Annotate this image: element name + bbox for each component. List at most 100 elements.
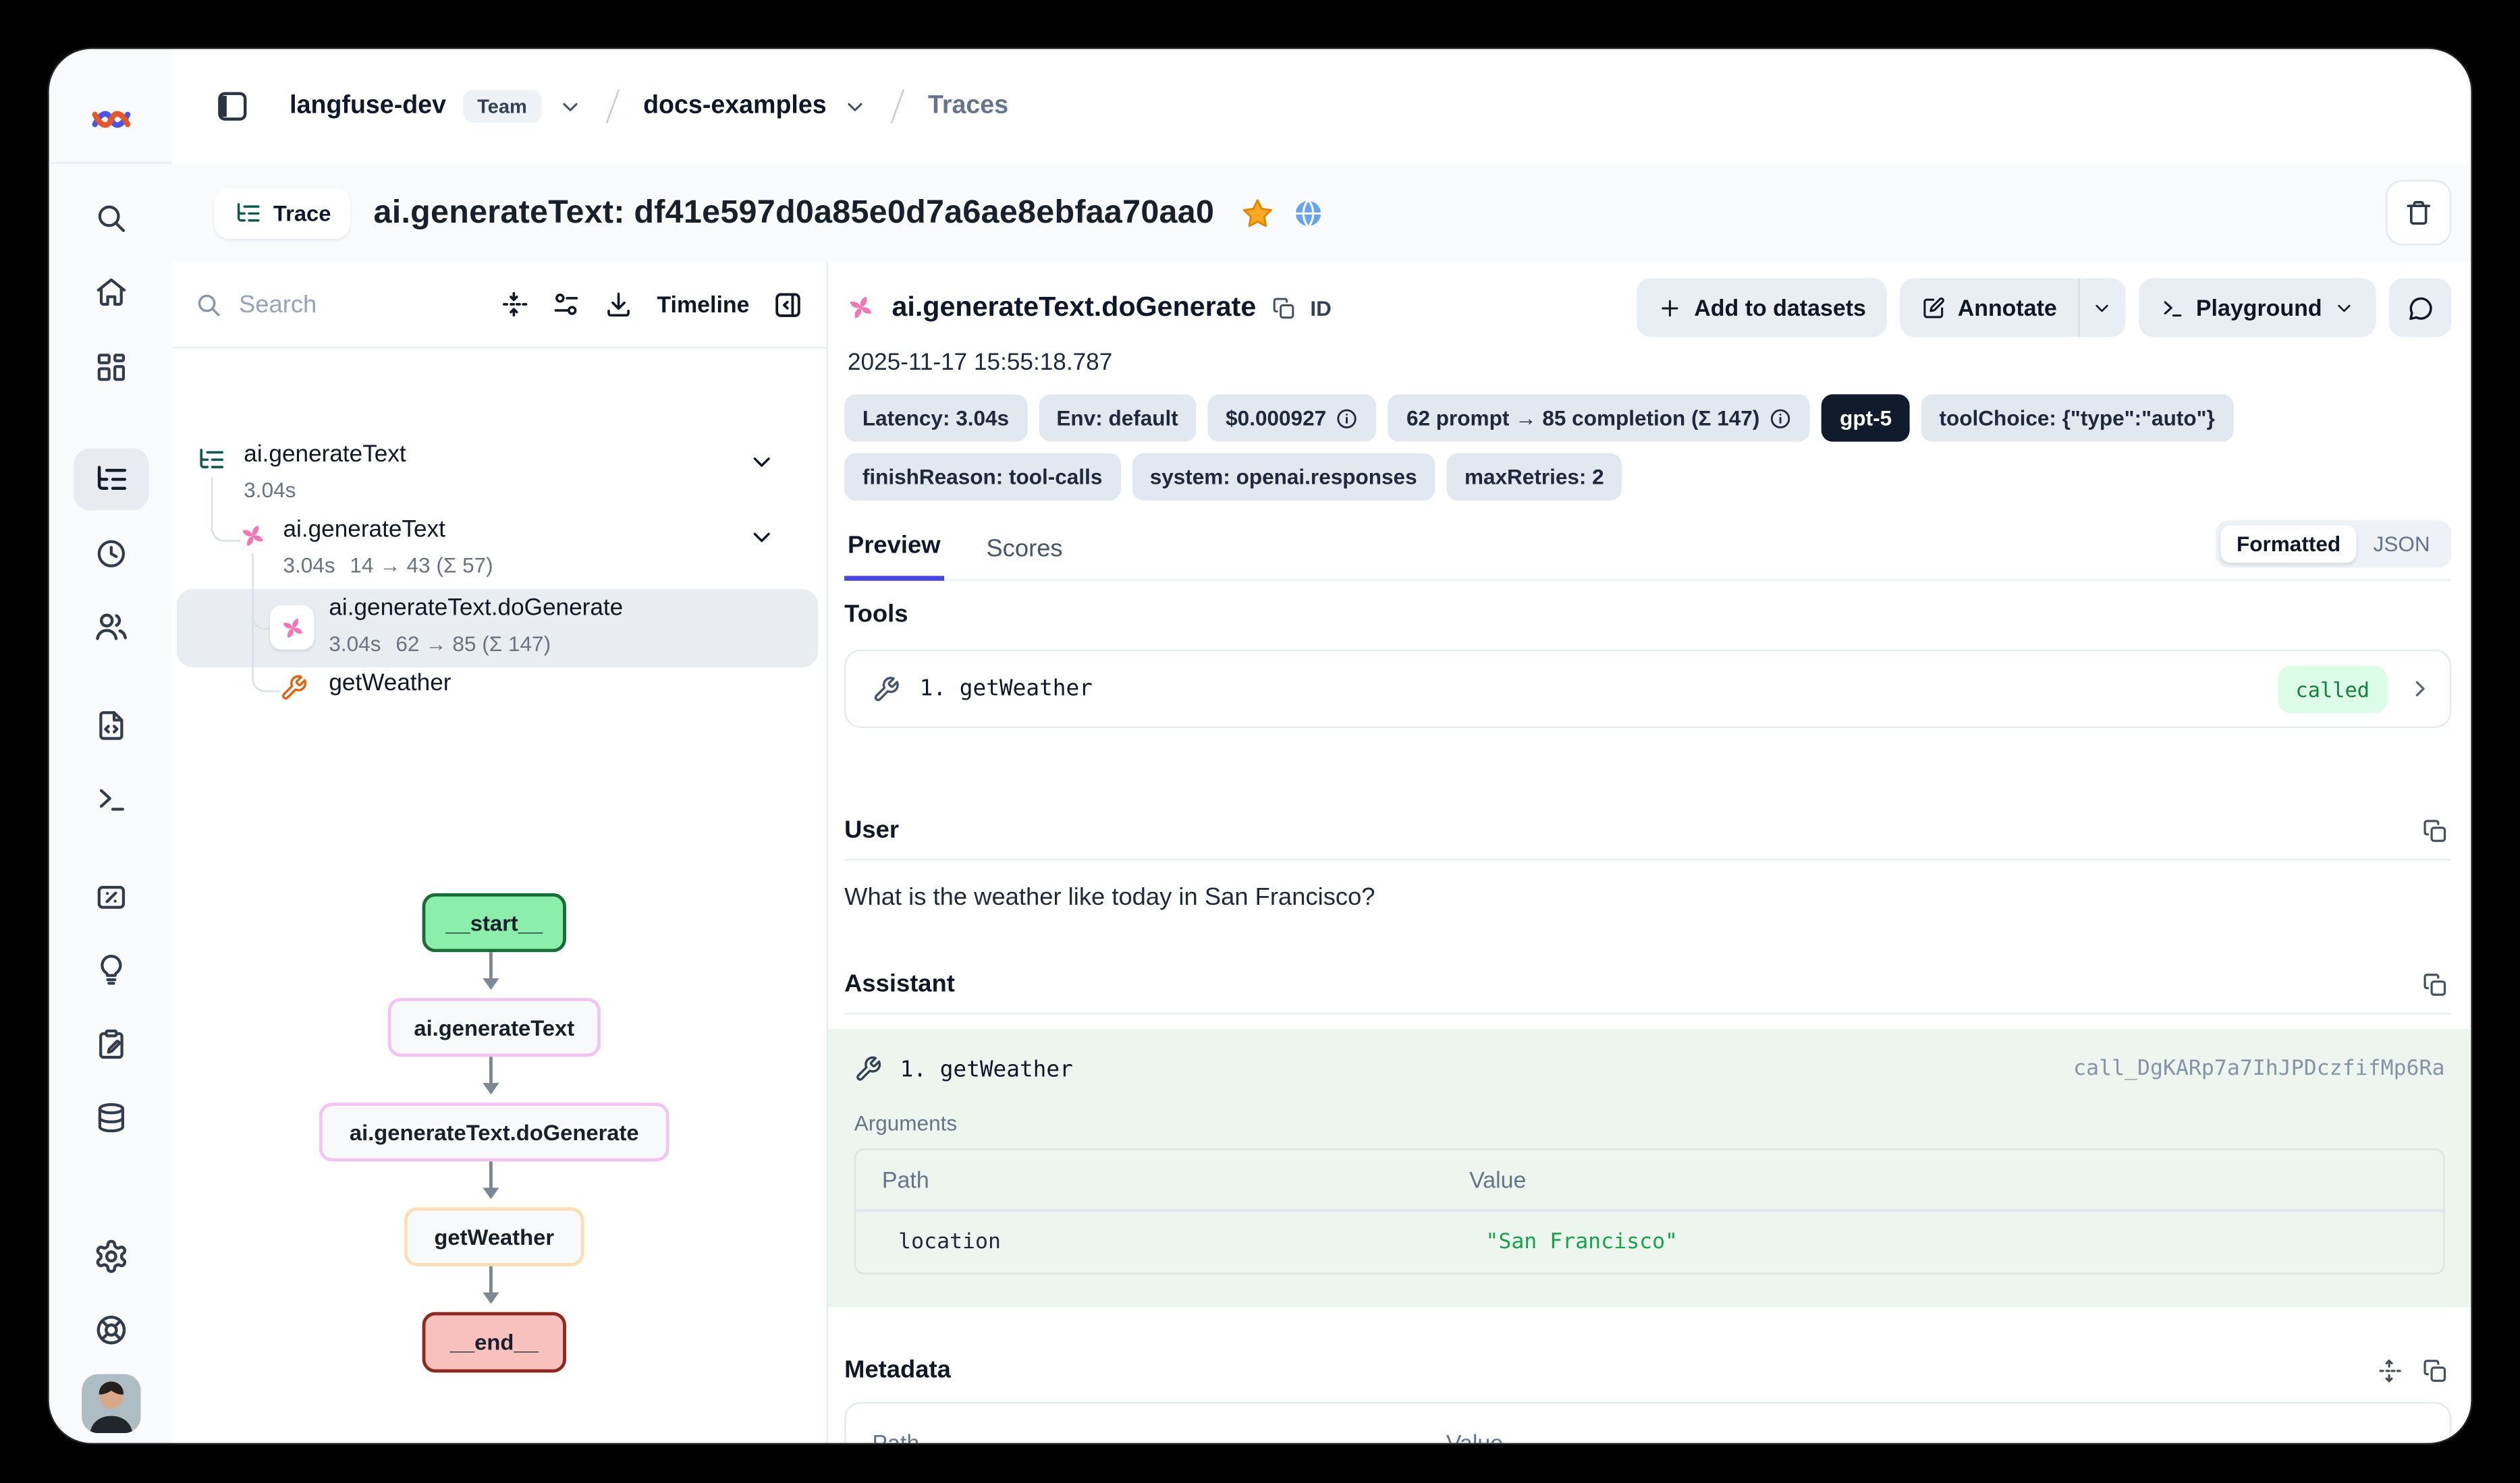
users-icon[interactable] xyxy=(92,609,128,644)
graph-node-generatetext[interactable]: ai.generateText xyxy=(388,998,601,1057)
delete-trace-button[interactable] xyxy=(2386,180,2451,246)
tree-row-label: ai.generateText xyxy=(283,517,445,543)
add-to-datasets-label: Add to datasets xyxy=(1694,294,1866,320)
annotation-clipboard-pen-icon[interactable] xyxy=(93,1028,128,1062)
path-header: Path xyxy=(856,1150,1443,1212)
copy-assistant-icon[interactable] xyxy=(2422,971,2448,997)
chevron-down-icon[interactable] xyxy=(843,94,867,118)
tool-wrench-icon xyxy=(280,674,308,702)
copy-metadata-icon[interactable] xyxy=(2422,1357,2448,1383)
metadata-path-header: Path xyxy=(872,1430,1446,1443)
tree-connector xyxy=(211,478,241,542)
trace-title: ai.generateText: df41e597d0a85e0d7a6ae8e… xyxy=(374,194,1215,231)
search-icon xyxy=(195,290,223,318)
trace-type-label: Trace xyxy=(273,200,331,225)
search-input[interactable] xyxy=(236,289,389,320)
insights-lightbulb-icon[interactable] xyxy=(93,952,128,986)
tree-row-label: ai.generateText.doGenerate xyxy=(329,596,623,622)
collapse-observations-icon[interactable] xyxy=(500,289,530,319)
top-header: langfuse-dev Team docs-examples Traces xyxy=(172,49,2471,165)
breadcrumb-environment[interactable]: docs-examples xyxy=(643,92,827,121)
terminal-icon xyxy=(2160,296,2185,320)
tool-definition-row[interactable]: 1. getWeather called xyxy=(844,650,2451,728)
chevron-down-icon[interactable] xyxy=(748,524,775,551)
formatted-toggle-option[interactable]: Formatted xyxy=(2220,525,2357,563)
breadcrumb-page[interactable]: Traces xyxy=(928,92,1008,121)
detail-scroll-area[interactable]: Tools 1. getWeather called User What is … xyxy=(844,600,2451,1443)
panel-left-toggle-icon[interactable] xyxy=(215,88,250,124)
argument-path: location xyxy=(856,1212,1443,1273)
tree-row-tokens: 14 → 43 (Σ 57) xyxy=(350,553,493,578)
json-toggle-option[interactable]: JSON xyxy=(2357,525,2446,563)
search-nav-icon[interactable] xyxy=(93,201,128,235)
tool-wrench-icon xyxy=(872,675,900,702)
tab-scores[interactable]: Scores xyxy=(983,535,1066,579)
latency-badge: Latency: 3.04s xyxy=(844,394,1027,441)
chevron-down-icon[interactable] xyxy=(748,448,775,476)
copy-id-icon[interactable] xyxy=(1271,296,1295,320)
tool-called-badge: called xyxy=(2278,665,2388,712)
add-to-datasets-button[interactable]: Add to datasets xyxy=(1637,278,1887,337)
datasets-database-icon[interactable] xyxy=(93,1101,128,1136)
arguments-label: Arguments xyxy=(854,1111,2445,1135)
finish-reason-badge: finishReason: tool-calls xyxy=(844,453,1120,501)
main-content: Timeline ai.generateText 3.04s xyxy=(172,262,2471,1443)
metadata-value-header: Value xyxy=(1446,1430,1503,1443)
settings-gear-icon[interactable] xyxy=(92,1238,128,1274)
chevron-down-icon[interactable] xyxy=(558,94,582,118)
format-toggle: Formatted JSON xyxy=(2215,520,2451,567)
expand-metadata-icon[interactable] xyxy=(2376,1357,2403,1383)
info-icon[interactable] xyxy=(1336,407,1359,430)
rail-divider xyxy=(49,162,172,163)
graph-node-start[interactable]: __start__ xyxy=(422,893,566,952)
bookmark-star-icon[interactable] xyxy=(1240,196,1275,230)
search-field[interactable] xyxy=(195,289,477,320)
model-badge[interactable]: gpt-5 xyxy=(1821,394,1909,441)
observation-title: ai.generateText.doGenerate xyxy=(892,291,1256,324)
plus-icon xyxy=(1658,296,1682,320)
tree-row-label: getWeather xyxy=(329,671,451,697)
graph-node-getweather[interactable]: getWeather xyxy=(404,1207,584,1266)
timeline-toggle[interactable]: Timeline xyxy=(657,291,749,318)
breadcrumb-project[interactable]: langfuse-dev xyxy=(290,92,446,121)
langfuse-logo[interactable] xyxy=(89,101,132,137)
langfuse-app-window: langfuse-dev Team docs-examples Traces T… xyxy=(49,49,2471,1443)
home-icon[interactable] xyxy=(93,275,128,309)
graph-edge-arrow xyxy=(489,1057,493,1092)
observation-timestamp: 2025-11-17 15:55:18.787 xyxy=(848,350,2451,376)
generation-icon xyxy=(844,291,877,324)
generation-icon xyxy=(270,605,314,649)
prompts-file-code-icon[interactable] xyxy=(93,708,128,743)
trash-icon xyxy=(2404,198,2434,227)
annotate-dropdown-chevron[interactable] xyxy=(2078,278,2125,337)
tool-name: 1. getWeather xyxy=(920,675,1093,702)
graph-node-end[interactable]: __end__ xyxy=(422,1312,566,1373)
download-icon[interactable] xyxy=(605,289,634,319)
trace-title-bar: Trace ai.generateText: df41e597d0a85e0d7… xyxy=(172,163,2471,263)
comments-button[interactable] xyxy=(2389,278,2451,337)
tool-call-id: call_DgKARp7a7IhJPDczfifMp6Ra xyxy=(2073,1057,2444,1081)
copy-user-icon[interactable] xyxy=(2422,817,2448,843)
tracing-icon[interactable] xyxy=(92,461,128,497)
id-label: ID xyxy=(1310,296,1332,320)
playground-button[interactable]: Playground xyxy=(2139,278,2376,337)
arguments-table: Path Value location "San Francisco" xyxy=(854,1148,2445,1275)
collapse-panel-icon[interactable] xyxy=(772,289,803,320)
display-settings-icon[interactable] xyxy=(552,289,582,319)
pen-square-icon xyxy=(1921,296,1946,320)
tool-choice-badge: toolChoice: {"type":"auto"} xyxy=(1921,394,2233,441)
tab-preview[interactable]: Preview xyxy=(844,532,943,581)
dashboards-icon[interactable] xyxy=(93,350,128,385)
sessions-clock-icon[interactable] xyxy=(93,536,128,571)
playground-terminal-icon[interactable] xyxy=(93,782,128,816)
info-icon[interactable] xyxy=(1770,407,1792,430)
annotate-split-button: Annotate xyxy=(1900,278,2126,337)
user-message-content: What is the weather like today in San Fr… xyxy=(844,883,2451,911)
evaluators-icon[interactable] xyxy=(93,880,128,914)
public-globe-icon[interactable] xyxy=(1291,196,1325,230)
chevron-right-icon[interactable] xyxy=(2407,675,2434,702)
support-lifebuoy-icon[interactable] xyxy=(92,1312,128,1348)
graph-node-dogenerate[interactable]: ai.generateText.doGenerate xyxy=(319,1102,669,1161)
user-avatar[interactable] xyxy=(81,1374,140,1433)
annotate-button[interactable]: Annotate xyxy=(1900,278,2078,337)
